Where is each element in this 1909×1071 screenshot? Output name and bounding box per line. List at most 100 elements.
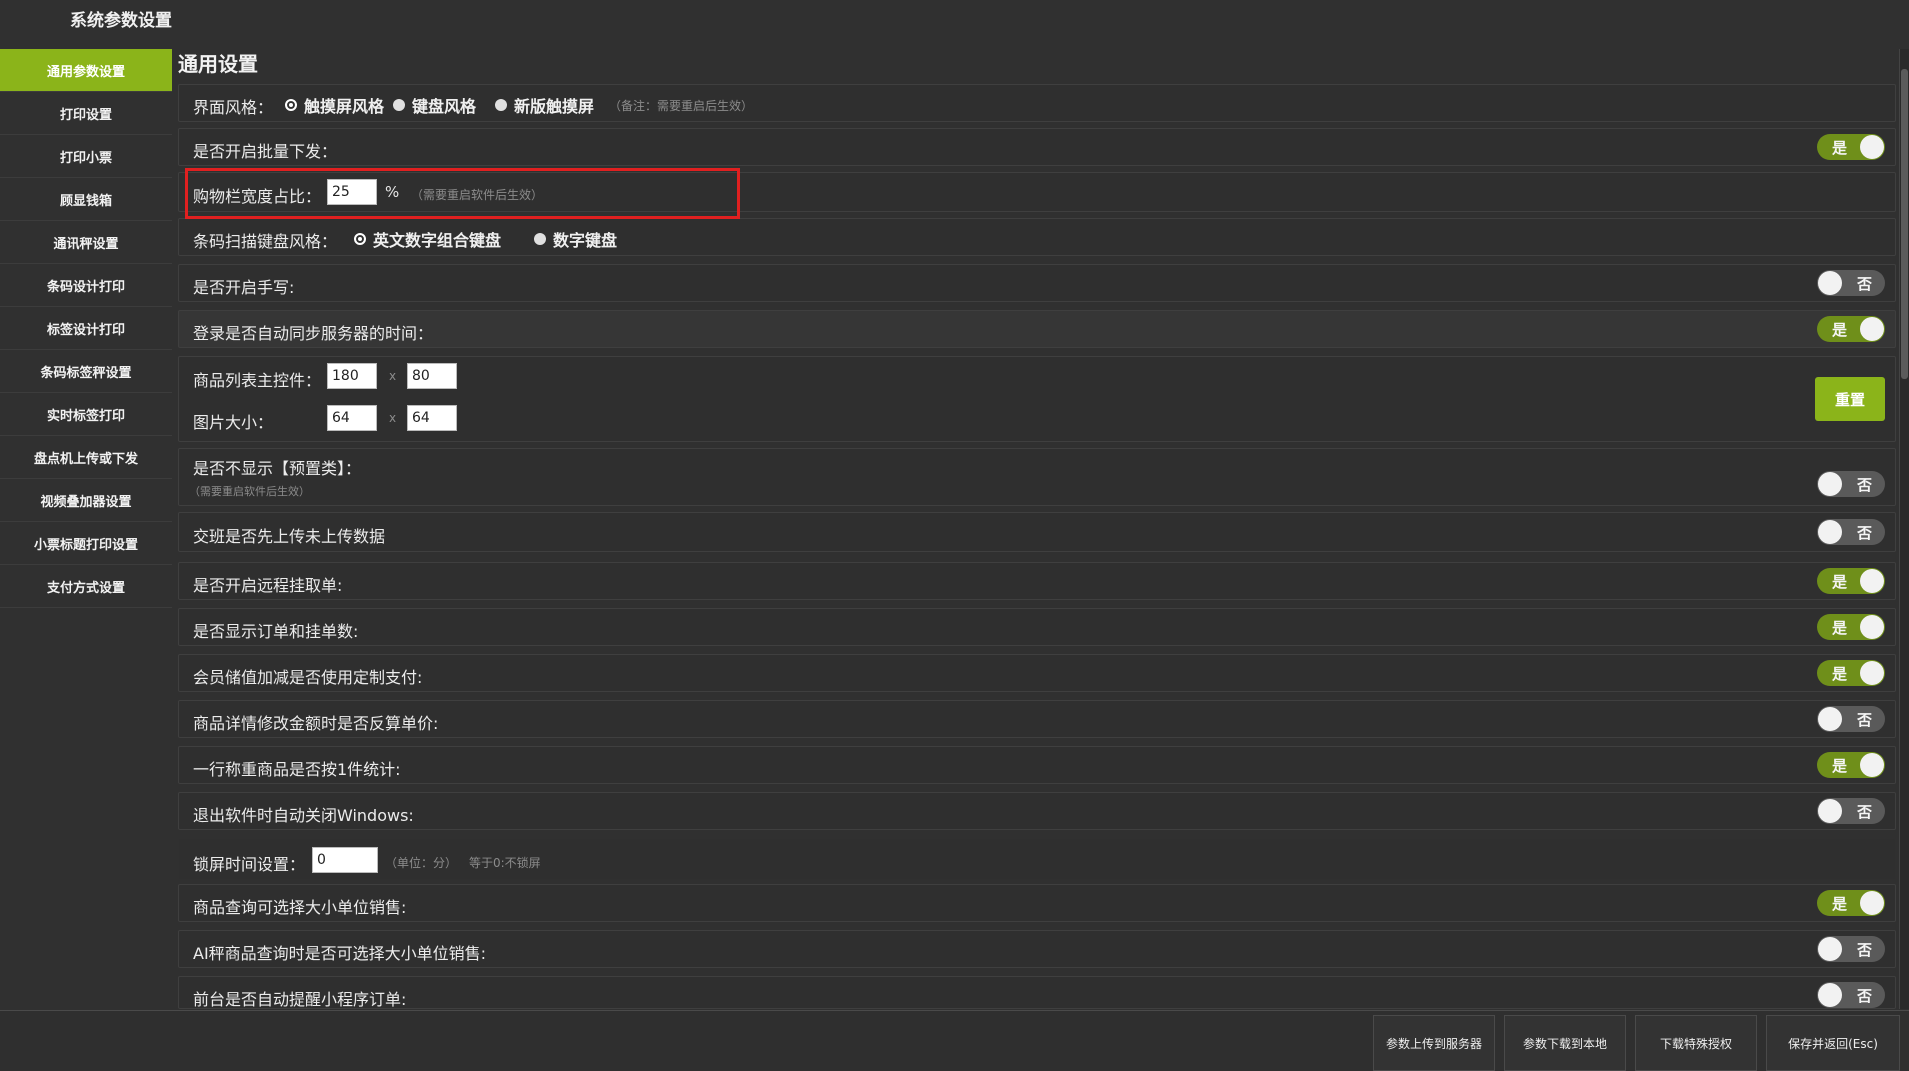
row-close-windows: 退出软件时自动关闭Windows: 否 <box>178 792 1896 830</box>
lock-screen-unit: （单位：分） <box>385 856 458 870</box>
row-ui-style: 界面风格： 触摸屏风格 键盘风格 新版触摸屏 （备注：需要重启后生效） <box>178 84 1896 122</box>
show-order-count-label: 是否显示订单和挂单数: <box>193 622 359 641</box>
close-windows-toggle[interactable]: 否 <box>1817 798 1885 824</box>
row-upload-before-shift: 交班是否先上传未上传数据 否 <box>178 512 1896 552</box>
sidebar-item-payment[interactable]: 支付方式设置 <box>0 565 172 608</box>
radio-touch-label: 触摸屏风格 <box>304 97 385 116</box>
toggle-knob <box>1818 937 1842 961</box>
list-control-width-input[interactable] <box>327 363 377 389</box>
toggle-knob <box>1860 615 1884 639</box>
list-control-height-input[interactable] <box>407 363 457 389</box>
weigh-one-label: 一行称重商品是否按1件统计: <box>193 760 401 779</box>
reset-button[interactable]: 重置 <box>1815 377 1885 421</box>
unit-sale-label: 商品查询可选择大小单位销售: <box>193 898 407 917</box>
scrollbar[interactable] <box>1899 49 1909 1009</box>
image-width-input[interactable] <box>327 405 377 431</box>
sidebar-item-barcode-scale[interactable]: 条码标签秤设置 <box>0 350 172 393</box>
sync-time-toggle[interactable]: 是 <box>1817 316 1885 342</box>
sidebar-item-realtime-label[interactable]: 实时标签打印 <box>0 393 172 436</box>
mini-program-toggle[interactable]: 否 <box>1817 982 1885 1008</box>
scrollbar-thumb[interactable] <box>1901 69 1908 379</box>
row-member-custom-pay: 会员储值加减是否使用定制支付: 是 <box>178 654 1896 692</box>
ui-style-note: （备注：需要重启后生效） <box>609 99 754 113</box>
save-return-button[interactable]: 保存并返回(Esc) <box>1766 1015 1900 1071</box>
radio-selected-icon <box>285 99 297 111</box>
radio-new-touch-style[interactable]: 新版触摸屏 <box>495 93 594 117</box>
row-lock-screen: 锁屏时间设置： （单位：分） 等于0:不锁屏 <box>178 838 1896 880</box>
radio-keyboard-label: 键盘风格 <box>412 97 477 116</box>
lock-screen-input[interactable] <box>312 847 378 873</box>
row-unit-sale: 商品查询可选择大小单位销售: 是 <box>178 884 1896 922</box>
sidebar-item-receipt-title[interactable]: 小票标题打印设置 <box>0 522 172 565</box>
reverse-price-label: 商品详情修改金额时是否反算单价: <box>193 714 439 733</box>
member-custom-pay-toggle[interactable]: 是 <box>1817 660 1885 686</box>
list-control-label: 商品列表主控件： <box>193 371 322 390</box>
remote-hold-toggle[interactable]: 是 <box>1817 568 1885 594</box>
radio-keyboard-style[interactable]: 键盘风格 <box>393 93 476 117</box>
row-weigh-one: 一行称重商品是否按1件统计: 是 <box>178 746 1896 784</box>
sidebar-item-label-print[interactable]: 标签设计打印 <box>0 307 172 350</box>
toggle-text: 否 <box>1856 476 1872 494</box>
download-license-button[interactable]: 下载特殊授权 <box>1635 1015 1757 1071</box>
cart-width-label: 购物栏宽度占比： <box>193 187 322 206</box>
hide-preset-toggle[interactable]: 否 <box>1817 471 1885 497</box>
ai-unit-sale-toggle[interactable]: 否 <box>1817 936 1885 962</box>
sidebar-item-video-overlay[interactable]: 视频叠加器设置 <box>0 479 172 522</box>
reverse-price-toggle[interactable]: 否 <box>1817 706 1885 732</box>
toggle-knob <box>1860 753 1884 777</box>
sidebar-item-barcode-print[interactable]: 条码设计打印 <box>0 264 172 307</box>
ui-style-label: 界面风格： <box>193 98 274 117</box>
download-params-button[interactable]: 参数下载到本地 <box>1504 1015 1626 1071</box>
lock-screen-label: 锁屏时间设置： <box>193 855 306 874</box>
toggle-knob <box>1818 983 1842 1007</box>
toggle-text: 是 <box>1832 757 1848 775</box>
toggle-text: 否 <box>1856 524 1872 542</box>
row-handwriting: 是否开启手写: 否 <box>178 264 1896 302</box>
batch-send-toggle[interactable]: 是 <box>1817 134 1885 160</box>
radio-alnum-keyboard[interactable]: 英文数字组合键盘 <box>354 227 501 251</box>
cart-width-input[interactable] <box>327 179 377 205</box>
image-height-input[interactable] <box>407 405 457 431</box>
times-sign: x <box>389 411 397 425</box>
image-size-label: 图片大小： <box>193 413 274 432</box>
sync-time-label: 登录是否自动同步服务器的时间： <box>193 324 434 343</box>
cart-width-unit: % <box>385 183 400 201</box>
toggle-knob <box>1860 891 1884 915</box>
toggle-text: 否 <box>1856 803 1872 821</box>
radio-alnum-label: 英文数字组合键盘 <box>373 231 502 250</box>
row-cart-width: 购物栏宽度占比： % （需要重启软件后生效） <box>178 172 1896 212</box>
handwriting-toggle[interactable]: 否 <box>1817 270 1885 296</box>
sidebar-item-receipt[interactable]: 打印小票 <box>0 135 172 178</box>
show-order-count-toggle[interactable]: 是 <box>1817 614 1885 640</box>
sidebar-item-print[interactable]: 打印设置 <box>0 92 172 135</box>
toggle-text: 是 <box>1832 619 1848 637</box>
footer: 参数上传到服务器 参数下载到本地 下载特殊授权 保存并返回(Esc) <box>0 1010 1909 1071</box>
upload-params-button[interactable]: 参数上传到服务器 <box>1373 1015 1495 1071</box>
row-remote-hold: 是否开启远程挂取单: 是 <box>178 562 1896 600</box>
sidebar-item-inventory-device[interactable]: 盘点机上传或下发 <box>0 436 172 479</box>
toggle-knob <box>1818 799 1842 823</box>
window-title: 系统参数设置 <box>70 11 172 31</box>
lock-screen-note: 等于0:不锁屏 <box>469 856 541 870</box>
toggle-text: 是 <box>1832 573 1848 591</box>
ai-unit-sale-label: AI秤商品查询时是否可选择大小单位销售: <box>193 944 487 963</box>
sidebar-item-display-drawer[interactable]: 顾显钱箱 <box>0 178 172 221</box>
weigh-one-toggle[interactable]: 是 <box>1817 752 1885 778</box>
row-batch-send: 是否开启批量下发： 是 <box>178 128 1896 166</box>
toggle-knob <box>1860 317 1884 341</box>
remote-hold-label: 是否开启远程挂取单: <box>193 576 343 595</box>
sidebar-item-scale[interactable]: 通讯秤设置 <box>0 221 172 264</box>
upload-before-shift-toggle[interactable]: 否 <box>1817 519 1885 545</box>
radio-numeric-label: 数字键盘 <box>553 231 618 250</box>
toggle-text: 否 <box>1856 987 1872 1005</box>
toggle-text: 是 <box>1832 665 1848 683</box>
toggle-text: 是 <box>1832 321 1848 339</box>
radio-touch-style[interactable]: 触摸屏风格 <box>285 93 384 117</box>
unit-sale-toggle[interactable]: 是 <box>1817 890 1885 916</box>
row-ai-unit-sale: AI秤商品查询时是否可选择大小单位销售: 否 <box>178 930 1896 968</box>
times-sign: x <box>389 369 397 383</box>
row-barcode-keyboard: 条码扫描键盘风格： 英文数字组合键盘 数字键盘 <box>178 218 1896 256</box>
radio-numeric-keyboard[interactable]: 数字键盘 <box>534 227 617 251</box>
sidebar-item-general[interactable]: 通用参数设置 <box>0 49 172 92</box>
hide-preset-label: 是否不显示【预置类】： <box>193 459 362 478</box>
